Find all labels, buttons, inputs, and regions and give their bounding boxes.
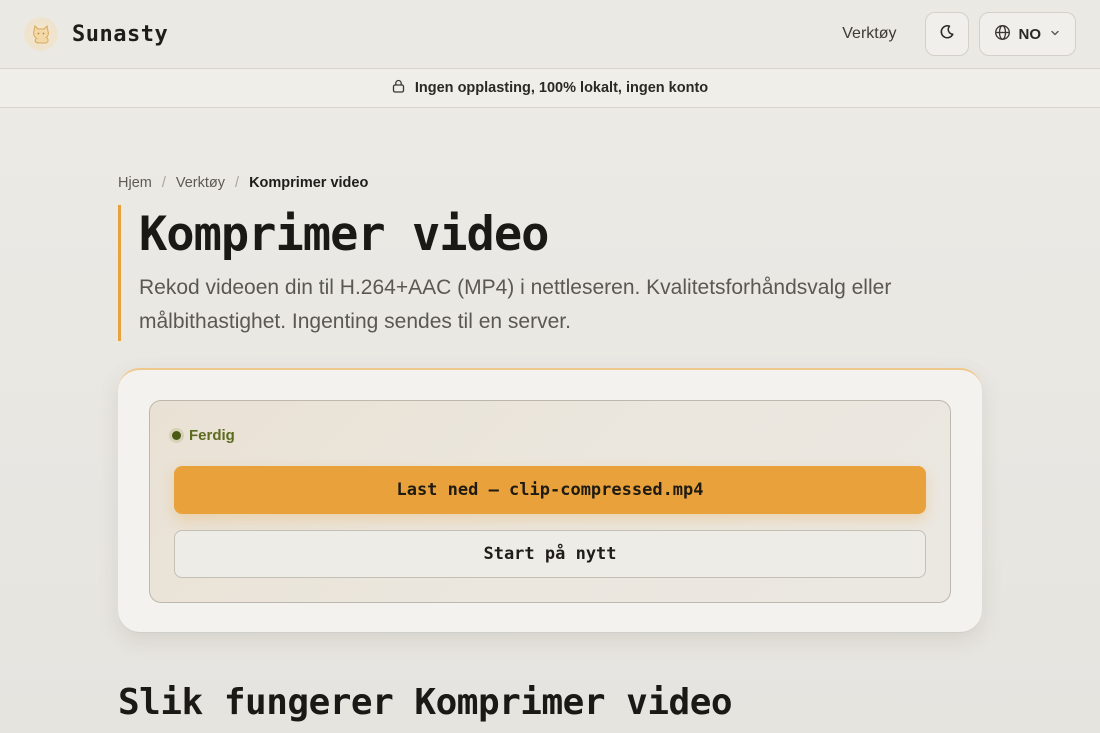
- result-panel: Ferdig Last ned — clip-compressed.mp4 St…: [149, 400, 951, 603]
- breadcrumb-separator: /: [235, 175, 240, 191]
- breadcrumb-home[interactable]: Hjem: [118, 175, 152, 191]
- brand-name: Sunasty: [72, 21, 169, 47]
- theme-toggle-button[interactable]: [924, 12, 969, 56]
- language-code: NO: [1018, 25, 1042, 43]
- status-text: Ferdig: [189, 427, 235, 444]
- result-card: Ferdig Last ned — clip-compressed.mp4 St…: [118, 368, 982, 632]
- breadcrumb-current: Komprimer video: [249, 175, 369, 191]
- privacy-banner-text: Ingen opplasting, 100% lokalt, ingen kon…: [414, 80, 709, 96]
- top-bar: Sunasty Verktøy NO: [0, 0, 1100, 68]
- how-it-works-heading: Slik fungerer Komprimer video: [118, 682, 733, 723]
- cat-logo-icon: [24, 17, 58, 51]
- privacy-banner: Ingen opplasting, 100% lokalt, ingen kon…: [0, 68, 1100, 108]
- status-badge: Ferdig: [172, 427, 235, 444]
- breadcrumb-separator: /: [161, 175, 166, 191]
- breadcrumb-tools[interactable]: Verktøy: [176, 175, 225, 191]
- page-subtitle: Rekod videoen din til H.264+AAC (MP4) i …: [139, 276, 892, 333]
- page: Sunasty Verktøy NO Ingen opplasting, 100…: [0, 0, 1100, 733]
- header-nav: Verktøy NO: [832, 12, 1076, 56]
- chevron-down-icon: [1049, 26, 1061, 43]
- restart-button[interactable]: Start på nytt: [174, 530, 926, 578]
- nav-link-tools[interactable]: Verktøy: [832, 17, 906, 51]
- hero: Komprimer video Rekod videoen din til H.…: [118, 205, 982, 341]
- language-selector[interactable]: NO: [978, 12, 1076, 56]
- main-content: Hjem / Verktøy / Komprimer video Komprim…: [118, 108, 982, 723]
- brand[interactable]: Sunasty: [24, 17, 168, 51]
- lock-icon: [392, 79, 405, 97]
- globe-icon: [994, 24, 1011, 45]
- download-button[interactable]: Last ned — clip-compressed.mp4: [174, 466, 926, 514]
- moon-icon: [939, 24, 955, 45]
- page-title: Komprimer video: [139, 207, 549, 262]
- status-dot-icon: [172, 431, 181, 440]
- breadcrumb: Hjem / Verktøy / Komprimer video: [118, 175, 982, 191]
